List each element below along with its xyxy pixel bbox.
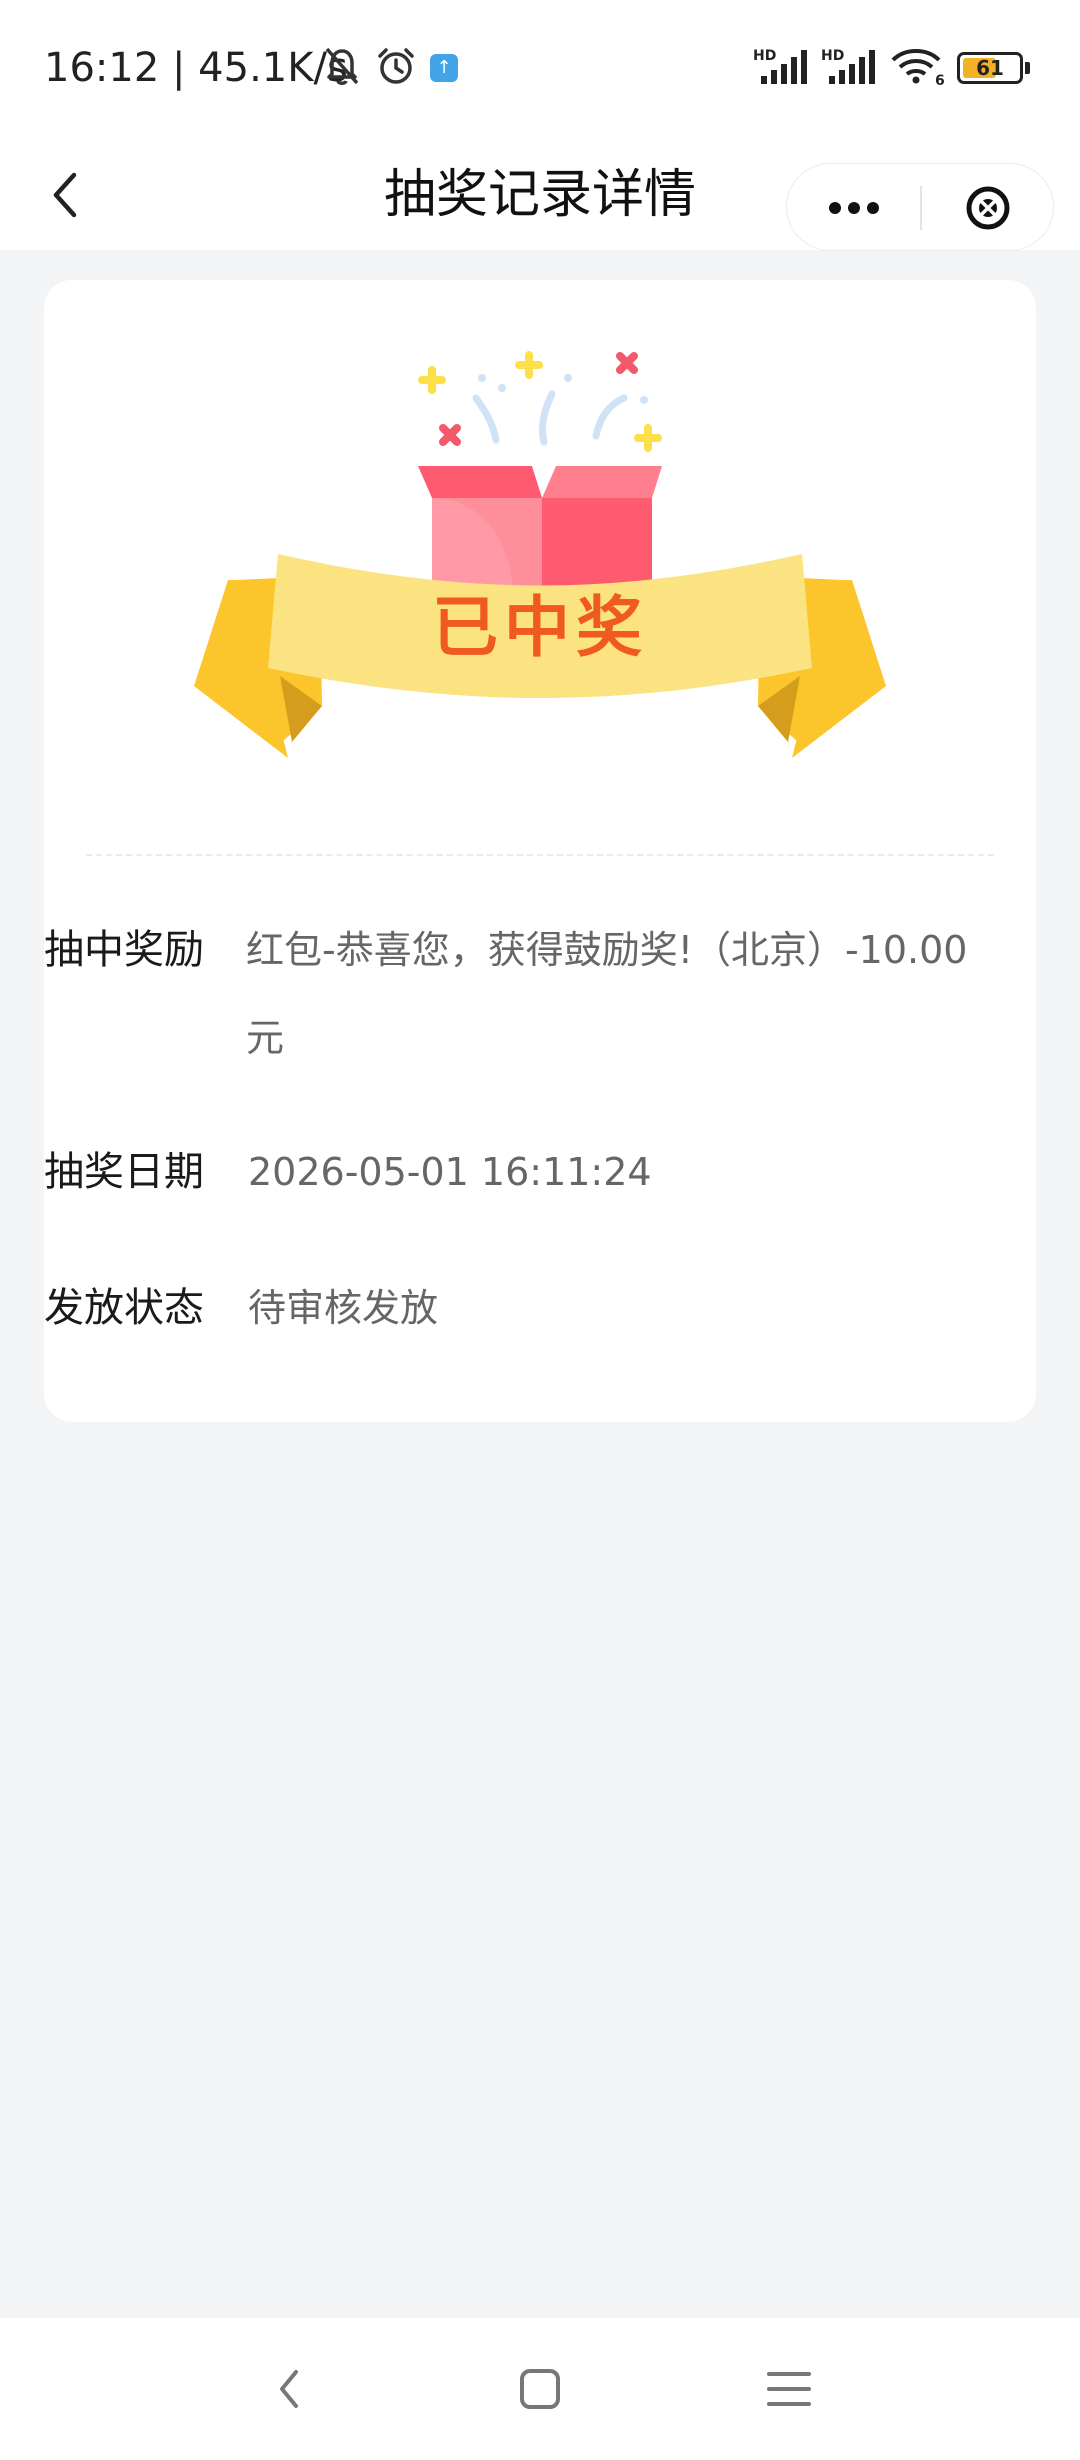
battery-icon: 61 — [957, 52, 1023, 84]
system-home-button[interactable] — [505, 2354, 575, 2424]
signal-hd-icon: HD — [821, 46, 877, 90]
menu-lines-icon — [767, 2372, 811, 2406]
system-menu-button[interactable] — [754, 2354, 824, 2424]
svg-text:HD: HD — [821, 48, 844, 64]
record-card: 已中奖 — [44, 280, 1036, 1422]
svg-text:6: 6 — [935, 73, 945, 86]
alarm-icon — [374, 44, 418, 92]
system-back-button[interactable] — [256, 2354, 326, 2424]
svg-text:HD: HD — [753, 48, 776, 64]
mini-program-capsule — [786, 163, 1054, 251]
bell-off-icon — [322, 44, 362, 92]
status-row: 发放状态 待审核发放 — [44, 1264, 438, 1352]
battery-cap — [1025, 62, 1030, 74]
status-bar: 16:12 | 45.1K/s ↑ HD HD 6 61 — [0, 0, 1080, 135]
prize-value: 红包-恭喜您，获得鼓励奖!（北京）-10.00元 — [246, 928, 968, 1060]
battery-level-text: 61 — [976, 56, 1004, 80]
status-right-icons: HD HD 6 61 — [753, 44, 1030, 92]
date-value: 2026-05-01 16:11:24 — [248, 1150, 652, 1194]
wifi-icon: 6 — [889, 46, 945, 90]
more-dots-icon — [829, 202, 879, 214]
back-triangle-icon — [280, 2370, 298, 2408]
status-label: 发放状态 — [44, 1285, 204, 1331]
prize-row: 抽中奖励 红包-恭喜您，获得鼓励奖!（北京）-10.00元 — [44, 906, 976, 1082]
date-row: 抽奖日期 2026-05-01 16:11:24 — [44, 1128, 652, 1216]
dashed-divider — [86, 854, 994, 856]
status-value: 待审核发放 — [248, 1286, 439, 1330]
home-square-icon — [520, 2369, 560, 2409]
prize-label: 抽中奖励 — [44, 927, 204, 973]
nav-bar: 抽奖记录详情 — [0, 135, 1080, 251]
prize-illustration: 已中奖 — [44, 280, 1036, 820]
more-button[interactable] — [787, 164, 921, 252]
page: 16:12 | 45.1K/s ↑ HD HD 6 61 抽奖记录详情 已中奖 … — [0, 0, 1080, 2460]
system-nav-bar — [0, 2318, 1080, 2460]
close-button[interactable] — [921, 164, 1055, 252]
gift-box-ribbon-illustration — [194, 351, 886, 758]
prize-won-banner-text: 已中奖 — [432, 589, 648, 666]
app-notification-icon: ↑ — [430, 54, 458, 82]
signal-hd-icon: HD — [753, 46, 809, 90]
circle-close-icon — [966, 186, 1010, 230]
status-left-icons: ↑ — [322, 44, 458, 92]
status-time: 16:12 | 45.1K/s — [44, 45, 348, 91]
date-label: 抽奖日期 — [44, 1149, 204, 1195]
